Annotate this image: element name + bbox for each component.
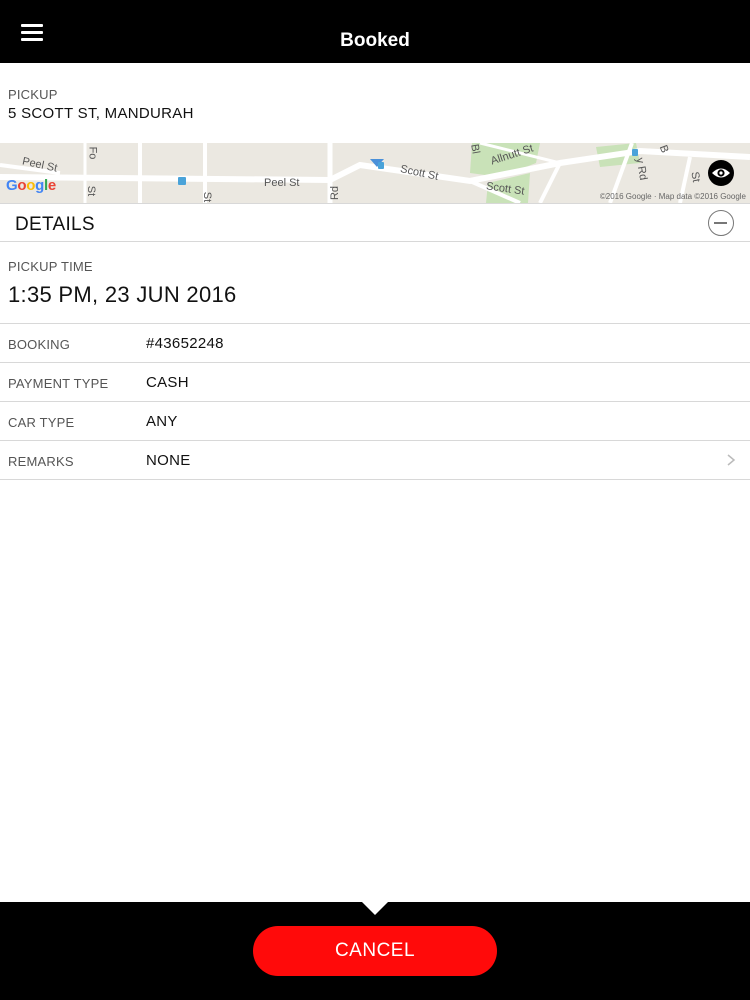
pickup-section: PICKUP 5 SCOTT ST, MANDURAH (0, 63, 750, 143)
pickup-time-label: PICKUP TIME (8, 259, 93, 274)
map-street-label: St (688, 170, 703, 184)
details-title: DETAILS (15, 214, 95, 235)
row-value: CASH (146, 374, 189, 391)
row-value: #43652248 (146, 335, 224, 352)
row-value: NONE (146, 452, 191, 469)
eye-icon[interactable] (708, 160, 734, 186)
pickup-address: 5 SCOTT ST, MANDURAH (8, 105, 194, 122)
map-street-label: St (201, 191, 214, 203)
cancel-button[interactable]: CANCEL (253, 926, 497, 976)
row-label: PAYMENT TYPE (8, 376, 109, 391)
chevron-right-icon (727, 454, 736, 466)
map-attribution: ©2016 Google · Map data ©2016 Google (599, 192, 746, 201)
app-header: Booked (0, 0, 750, 63)
google-logo: Google (6, 177, 56, 194)
booking-screen: Booked PICKUP 5 SCOTT ST, MANDURAH Peel … (0, 0, 750, 1000)
row-label: CAR TYPE (8, 415, 75, 430)
remarks-row[interactable]: REMARKS NONE (0, 441, 750, 480)
map-street-label: St (85, 185, 98, 197)
pickup-time-value: 1:35 PM, 23 JUN 2016 (8, 282, 237, 307)
minus-circle-icon[interactable] (708, 210, 734, 236)
row-label: REMARKS (8, 454, 74, 469)
car-type-row: CAR TYPE ANY (0, 402, 750, 441)
row-value: ANY (146, 413, 178, 430)
map-view[interactable]: Peel St Peel St Scott St Scott St Allnut… (0, 143, 750, 203)
details-header[interactable]: DETAILS (0, 203, 750, 242)
map-street-label: Peel St (264, 177, 300, 189)
booking-row: BOOKING #43652248 (0, 324, 750, 363)
row-label: BOOKING (8, 337, 71, 352)
pickup-time-section: PICKUP TIME 1:35 PM, 23 JUN 2016 (0, 242, 750, 324)
pickup-label: PICKUP (8, 87, 58, 102)
page-title: Booked (340, 30, 410, 51)
map-street-label: Fo (86, 146, 99, 160)
payment-type-row: PAYMENT TYPE CASH (0, 363, 750, 402)
map-street-label: Bl (468, 143, 482, 155)
map-street-label: Rd (329, 185, 342, 201)
notch-indicator (362, 902, 388, 915)
